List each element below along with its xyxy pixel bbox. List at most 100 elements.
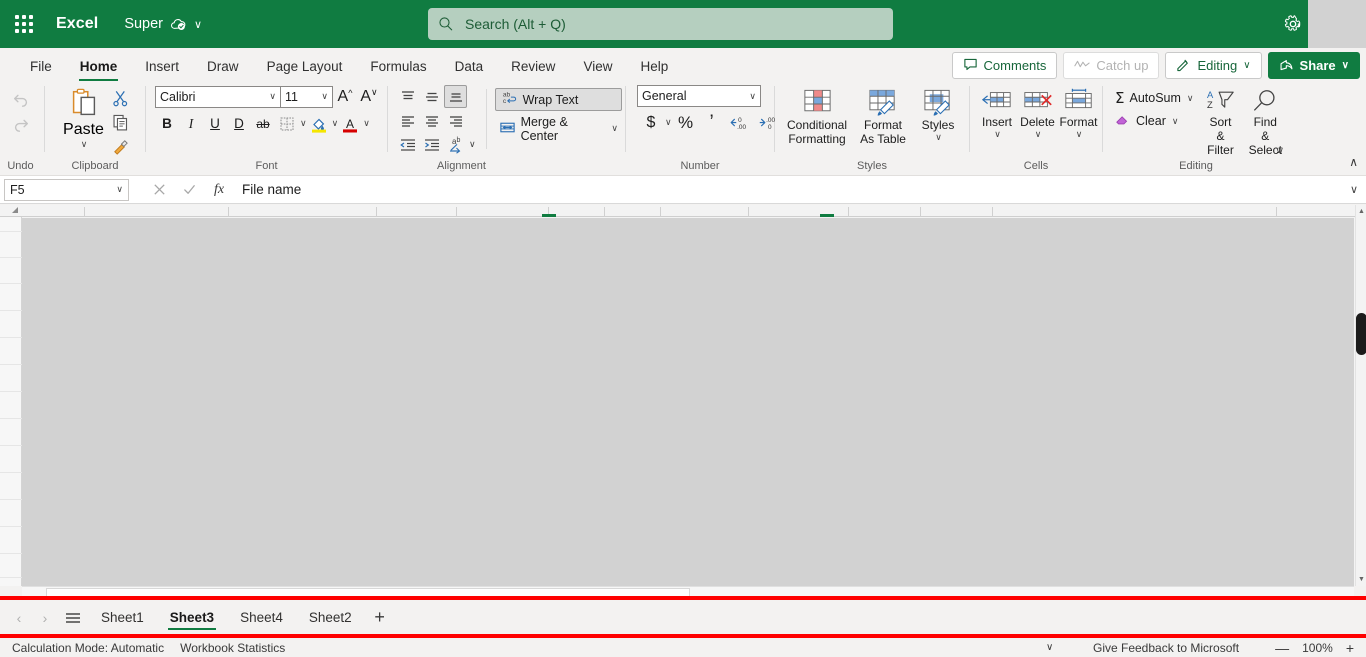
font-color-chevron-down-icon[interactable]: ∨ (363, 118, 370, 129)
comma-format-button[interactable]: ’ (700, 111, 724, 134)
ribbon-tab-formulas[interactable]: Formulas (356, 50, 440, 82)
copy-icon[interactable] (109, 111, 132, 134)
ribbon-tab-insert[interactable]: Insert (131, 50, 193, 82)
decrease-font-size-icon[interactable]: A ∨ (357, 85, 381, 108)
align-right-icon[interactable] (444, 109, 467, 132)
styles-chevron-down-icon[interactable]: ∨ (935, 132, 942, 143)
share-button[interactable]: Share ∨ (1267, 52, 1360, 79)
orientation-icon[interactable]: ab (444, 133, 467, 156)
previous-sheet-icon[interactable]: ‹ (6, 605, 32, 631)
ribbon-tab-data[interactable]: Data (441, 50, 498, 82)
font-size-select[interactable]: 11 ∨ (281, 85, 333, 108)
sheet-content-overlay[interactable] (22, 218, 1354, 586)
format-cells-button[interactable]: Format ∨ (1058, 85, 1099, 140)
format-chevron-down-icon[interactable]: ∨ (1076, 129, 1083, 140)
ribbon-tab-review[interactable]: Review (497, 50, 569, 82)
double-underline-button[interactable]: D (227, 112, 251, 135)
bottom-align-icon[interactable] (444, 85, 467, 108)
format-as-table-button[interactable]: Format As Table (852, 85, 914, 146)
collapse-ribbon-icon[interactable]: ∧ (1349, 155, 1358, 169)
top-align-icon[interactable] (396, 85, 419, 108)
ribbon-tab-help[interactable]: Help (626, 50, 682, 82)
search-box[interactable] (428, 8, 893, 40)
vertical-scrollbar-thumb[interactable] (1356, 313, 1366, 355)
increase-indent-icon[interactable] (420, 133, 443, 156)
zoom-in-button[interactable]: + (1346, 640, 1354, 656)
document-name[interactable]: Super ∨ (124, 16, 202, 33)
spreadsheet-grid[interactable] (0, 205, 1366, 586)
sort-filter-button[interactable]: A Z Sort & Filter ∨ (1201, 85, 1282, 157)
percent-format-button[interactable]: % (673, 111, 699, 134)
ribbon-tab-page-layout[interactable]: Page Layout (253, 50, 357, 82)
add-sheet-button[interactable]: + (365, 605, 395, 631)
clear-button[interactable]: Clear ∨ (1112, 111, 1197, 131)
calculation-mode-status[interactable]: Calculation Mode: Automatic (12, 641, 164, 655)
increase-decimal-icon[interactable]: 0.00 (725, 111, 753, 134)
insert-cells-button[interactable]: Insert ∨ (977, 85, 1017, 140)
redo-icon[interactable] (9, 113, 32, 136)
align-left-icon[interactable] (396, 109, 419, 132)
merge-center-button[interactable]: Merge & Center ∨ (495, 115, 622, 143)
align-center-icon[interactable] (420, 109, 443, 132)
autosum-button[interactable]: Σ AutoSum ∨ (1112, 88, 1197, 108)
number-format-select[interactable]: General ∨ (637, 85, 761, 107)
find-select-chevron-down-icon[interactable]: ∨ (1277, 145, 1284, 156)
insert-chevron-down-icon[interactable]: ∨ (994, 129, 1001, 140)
strikethrough-button[interactable]: ab (251, 112, 275, 135)
fill-color-chevron-down-icon[interactable]: ∨ (332, 118, 339, 129)
wrap-text-button[interactable]: ab c Wrap Text (494, 88, 622, 111)
row-headers[interactable] (0, 217, 22, 586)
zoom-out-button[interactable]: — (1275, 640, 1289, 656)
styles-button[interactable]: Styles ∨ (914, 85, 962, 143)
scroll-down-arrow-icon[interactable]: ▼ (1358, 576, 1365, 583)
next-sheet-icon[interactable]: › (32, 605, 58, 631)
delete-cells-button[interactable]: Delete ∨ (1017, 85, 1058, 140)
cancel-icon[interactable] (144, 178, 174, 202)
app-launcher-icon[interactable] (0, 0, 48, 48)
editing-mode-button[interactable]: Editing ∨ (1165, 52, 1262, 79)
ribbon-tab-draw[interactable]: Draw (193, 50, 253, 82)
ribbon-tab-view[interactable]: View (569, 50, 626, 82)
find-select-button[interactable]: Find & Select ∨ (1245, 85, 1287, 157)
bold-button[interactable]: B (155, 112, 179, 135)
accounting-chevron-down-icon[interactable]: ∨ (665, 117, 672, 128)
insert-function-icon[interactable]: fx (204, 178, 234, 202)
zoom-level-label[interactable]: 100% (1302, 641, 1333, 655)
select-all-corner[interactable] (12, 207, 18, 213)
delete-chevron-down-icon[interactable]: ∨ (1035, 129, 1042, 140)
name-box[interactable]: F5 ∨ (4, 178, 129, 201)
all-sheets-icon[interactable] (58, 605, 88, 631)
undo-icon[interactable] (9, 88, 32, 111)
sheet-tab-sheet2[interactable]: Sheet2 (296, 602, 365, 633)
vertical-scrollbar[interactable]: ▲ ▼ (1355, 205, 1366, 586)
decrease-indent-icon[interactable] (396, 133, 419, 156)
comments-button[interactable]: Comments (951, 52, 1058, 79)
format-painter-icon[interactable] (109, 135, 132, 158)
font-color-icon[interactable]: A (338, 112, 362, 135)
column-headers[interactable] (0, 205, 1356, 217)
app-brand-excel[interactable]: Excel (56, 15, 98, 33)
font-name-select[interactable]: Calibri ∨ (155, 85, 281, 108)
formula-input[interactable]: File name (234, 179, 1342, 201)
catch-up-button[interactable]: Catch up (1063, 52, 1160, 79)
increase-font-size-icon[interactable]: A ^ (333, 85, 357, 108)
document-chevron-down-icon[interactable]: ∨ (194, 18, 202, 31)
scroll-up-arrow-icon[interactable]: ▲ (1358, 208, 1365, 215)
underline-button[interactable]: U (203, 112, 227, 135)
paste-button[interactable]: Paste ∨ (59, 85, 109, 150)
borders-chevron-down-icon[interactable]: ∨ (300, 118, 307, 129)
workbook-statistics-status[interactable]: Workbook Statistics (180, 641, 285, 655)
status-overflow-chevron-down-icon[interactable]: ∨ (1046, 642, 1053, 653)
conditional-formatting-button[interactable]: Conditional Formatting (782, 85, 852, 146)
ribbon-tab-home[interactable]: Home (66, 50, 132, 82)
middle-align-icon[interactable] (420, 85, 443, 108)
borders-icon[interactable] (275, 112, 299, 135)
settings-gear-icon[interactable] (1280, 11, 1306, 37)
ribbon-tab-file[interactable]: File (16, 50, 66, 82)
fill-color-icon[interactable] (307, 112, 331, 135)
sheet-tab-sheet3[interactable]: Sheet3 (157, 602, 227, 633)
search-input[interactable] (463, 15, 883, 33)
orientation-chevron-down-icon[interactable]: ∨ (469, 139, 476, 150)
sheet-tab-sheet1[interactable]: Sheet1 (88, 602, 157, 633)
accounting-format-button[interactable]: $ (639, 111, 663, 134)
